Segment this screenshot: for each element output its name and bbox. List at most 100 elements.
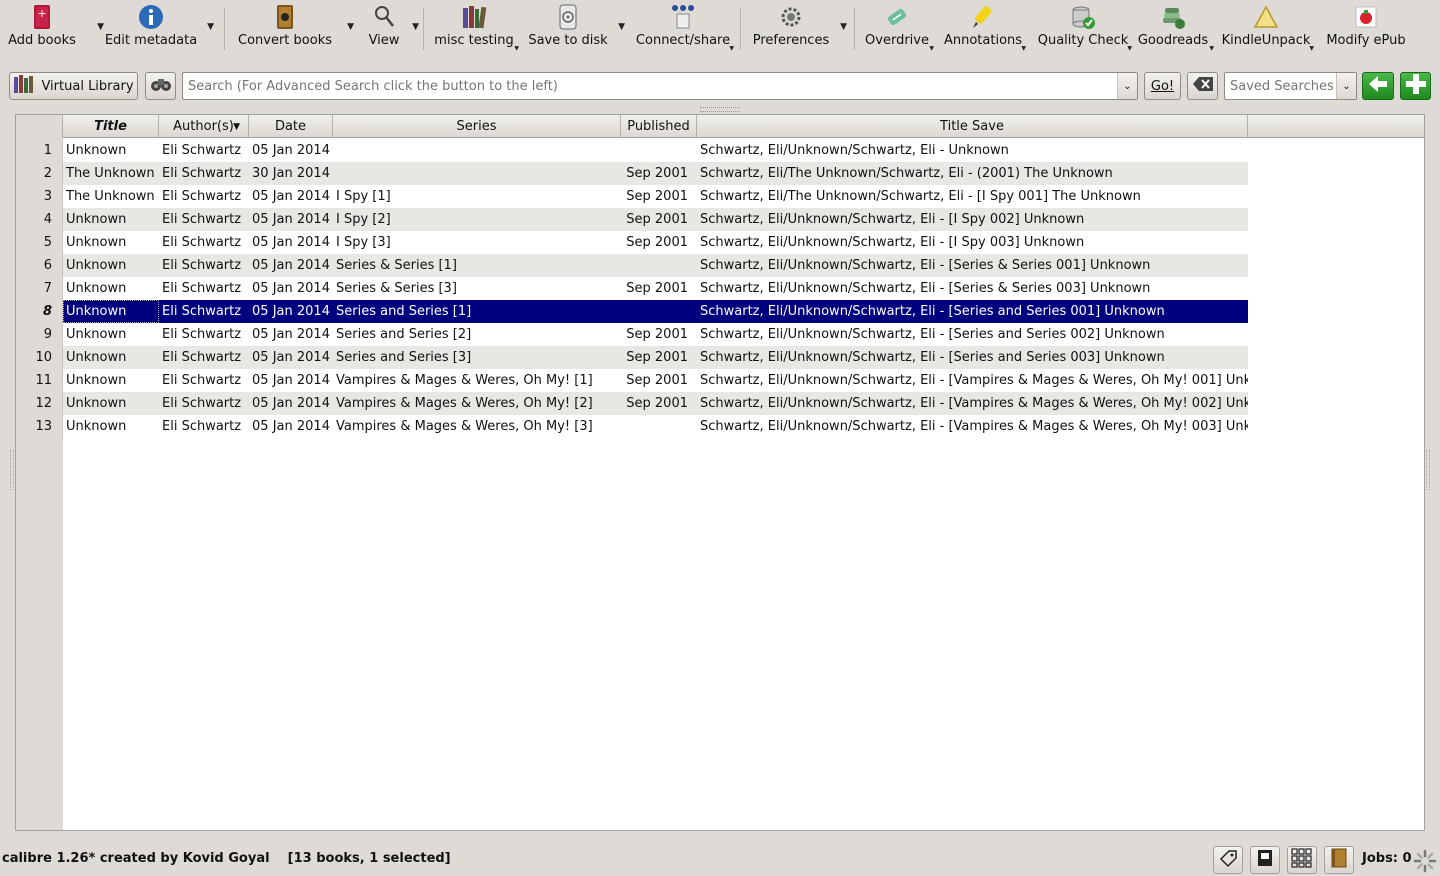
cell-title-save[interactable]: Schwartz, Eli/Unknown/Schwartz, Eli - [S… [697, 323, 1248, 346]
cell-title-save[interactable]: Schwartz, Eli/Unknown/Schwartz, Eli - Un… [697, 139, 1248, 162]
cell-author[interactable]: Eli Schwartz [159, 415, 249, 438]
advanced-search-button[interactable] [145, 72, 176, 100]
cell-series[interactable]: I Spy [2] [333, 208, 621, 231]
chevron-down-icon[interactable]: ▼ [1021, 45, 1026, 52]
row-number[interactable]: 8 [16, 300, 63, 323]
tag-browser-toggle[interactable] [1213, 846, 1243, 874]
cell-date[interactable]: 05 Jan 2014 [249, 208, 333, 231]
cell-series[interactable]: Series & Series [1] [333, 254, 621, 277]
cell-author[interactable]: Eli Schwartz [159, 300, 249, 323]
table-row[interactable]: 8 Unknown Eli Schwartz 05 Jan 2014 Series an… [16, 300, 1248, 323]
cell-author[interactable]: Eli Schwartz [159, 346, 249, 369]
row-number[interactable]: 3 [16, 185, 63, 208]
table-row[interactable]: 3 The Unknown Eli Schwartz 05 Jan 2014 I Spy… [16, 185, 1248, 208]
cell-title-save[interactable]: Schwartz, Eli/Unknown/Schwartz, Eli - [V… [697, 415, 1248, 438]
left-panel-grip[interactable] [10, 450, 14, 490]
cell-date[interactable]: 05 Jan 2014 [249, 346, 333, 369]
cell-author[interactable]: Eli Schwartz [159, 185, 249, 208]
cell-published[interactable]: Sep 2001 [621, 346, 697, 369]
cell-date[interactable]: 05 Jan 2014 [249, 139, 333, 162]
column-header-date[interactable]: Date [249, 115, 333, 138]
saved-searches-input[interactable] [1225, 78, 1336, 94]
kindleunpack-button[interactable]: KindleUnpack ▼ [1222, 0, 1314, 56]
table-row[interactable]: 1 Unknown Eli Schwartz 05 Jan 2014 Schwartz,… [16, 139, 1248, 162]
cell-series[interactable]: Series and Series [3] [333, 346, 621, 369]
chevron-down-icon[interactable]: ▼ [840, 22, 847, 32]
chevron-down-icon[interactable]: ▼ [347, 22, 354, 32]
cell-title[interactable]: Unknown [63, 300, 159, 323]
table-row[interactable]: 11 Unknown Eli Schwartz 05 Jan 2014 Vampires… [16, 369, 1248, 392]
cell-published[interactable] [621, 254, 697, 277]
save-to-disk-button[interactable]: Save to disk ▼ [528, 0, 625, 56]
table-row[interactable]: 13 Unknown Eli Schwartz 05 Jan 2014 Vampires… [16, 415, 1248, 438]
cell-title-save[interactable]: Schwartz, Eli/Unknown/Schwartz, Eli - [I… [697, 231, 1248, 254]
cell-published[interactable]: Sep 2001 [621, 277, 697, 300]
cell-date[interactable]: 05 Jan 2014 [249, 231, 333, 254]
cell-series[interactable]: Series and Series [2] [333, 323, 621, 346]
cell-series[interactable]: Vampires & Mages & Weres, Oh My! [2] [333, 392, 621, 415]
table-row[interactable]: 10 Unknown Eli Schwartz 05 Jan 2014 Series a… [16, 346, 1248, 369]
cell-author[interactable]: Eli Schwartz [159, 208, 249, 231]
row-number[interactable]: 9 [16, 323, 63, 346]
cell-date[interactable]: 05 Jan 2014 [249, 369, 333, 392]
table-row[interactable]: 5 Unknown Eli Schwartz 05 Jan 2014 I Spy [3]… [16, 231, 1248, 254]
cell-published[interactable]: Sep 2001 [621, 369, 697, 392]
cell-date[interactable]: 05 Jan 2014 [249, 323, 333, 346]
row-number[interactable]: 5 [16, 231, 63, 254]
cell-title[interactable]: Unknown [63, 346, 159, 369]
row-number[interactable]: 13 [16, 415, 63, 438]
cell-title[interactable]: Unknown [63, 323, 159, 346]
cell-series[interactable] [333, 162, 621, 185]
cell-title[interactable]: Unknown [63, 392, 159, 415]
cell-title[interactable]: Unknown [63, 277, 159, 300]
cell-author[interactable]: Eli Schwartz [159, 277, 249, 300]
cell-series[interactable]: Vampires & Mages & Weres, Oh My! [1] [333, 369, 621, 392]
cell-title[interactable]: Unknown [63, 415, 159, 438]
chevron-down-icon[interactable]: ▼ [929, 45, 934, 52]
row-number[interactable]: 11 [16, 369, 63, 392]
cell-title[interactable]: Unknown [63, 139, 159, 162]
modify-epub-button[interactable]: Modify ePub [1326, 0, 1406, 56]
saved-searches-dropdown[interactable]: ⌄ [1336, 73, 1356, 99]
cell-author[interactable]: Eli Schwartz [159, 323, 249, 346]
cell-title-save[interactable]: Schwartz, Eli/Unknown/Schwartz, Eli - [V… [697, 369, 1248, 392]
column-header-title[interactable]: Title [63, 115, 159, 138]
row-number[interactable]: 2 [16, 162, 63, 185]
book-details-toggle[interactable] [1250, 846, 1280, 874]
misc-testing-button[interactable]: misc testing ▼ [434, 0, 519, 56]
preferences-button[interactable]: Preferences ▼ [753, 0, 847, 56]
cell-published[interactable]: Sep 2001 [621, 323, 697, 346]
chevron-down-icon[interactable]: ▼ [618, 22, 625, 32]
row-number[interactable]: 10 [16, 346, 63, 369]
cell-author[interactable]: Eli Schwartz [159, 139, 249, 162]
table-row[interactable]: 7 Unknown Eli Schwartz 05 Jan 2014 Series & … [16, 277, 1248, 300]
clear-search-button[interactable] [1187, 72, 1218, 100]
connect-share-button[interactable]: Connect/share ▼ [636, 0, 734, 56]
row-number[interactable]: 12 [16, 392, 63, 415]
cell-published[interactable]: Sep 2001 [621, 208, 697, 231]
chevron-down-icon[interactable]: ▼ [97, 22, 104, 32]
cell-author[interactable]: Eli Schwartz [159, 162, 249, 185]
copy-search-button[interactable] [1362, 72, 1394, 100]
cell-author[interactable]: Eli Schwartz [159, 392, 249, 415]
cell-series[interactable]: Series & Series [3] [333, 277, 621, 300]
cell-title-save[interactable]: Schwartz, Eli/Unknown/Schwartz, Eli - [S… [697, 346, 1248, 369]
add-books-button[interactable]: + Add books ▼ [0, 0, 104, 56]
splitter-handle[interactable] [700, 107, 740, 112]
cell-series[interactable]: Series and Series [1] [333, 300, 621, 323]
cell-title-save[interactable]: Schwartz, Eli/Unknown/Schwartz, Eli - [V… [697, 392, 1248, 415]
cover-grid-toggle[interactable] [1287, 846, 1317, 874]
table-row[interactable]: 6 Unknown Eli Schwartz 05 Jan 2014 Series & … [16, 254, 1248, 277]
cell-date[interactable]: 05 Jan 2014 [249, 415, 333, 438]
column-header-published[interactable]: Published [621, 115, 697, 138]
cell-published[interactable]: Sep 2001 [621, 392, 697, 415]
cell-title[interactable]: Unknown [63, 231, 159, 254]
cell-title-save[interactable]: Schwartz, Eli/Unknown/Schwartz, Eli - [S… [697, 254, 1248, 277]
cell-date[interactable]: 05 Jan 2014 [249, 185, 333, 208]
cell-published[interactable] [621, 415, 697, 438]
cell-title-save[interactable]: Schwartz, Eli/Unknown/Schwartz, Eli - [S… [697, 277, 1248, 300]
cell-published[interactable]: Sep 2001 [621, 162, 697, 185]
cell-title-save[interactable]: Schwartz, Eli/Unknown/Schwartz, Eli - [I… [697, 208, 1248, 231]
overdrive-button[interactable]: Overdrive ▼ [865, 0, 934, 56]
view-button[interactable]: View ▼ [369, 0, 419, 56]
